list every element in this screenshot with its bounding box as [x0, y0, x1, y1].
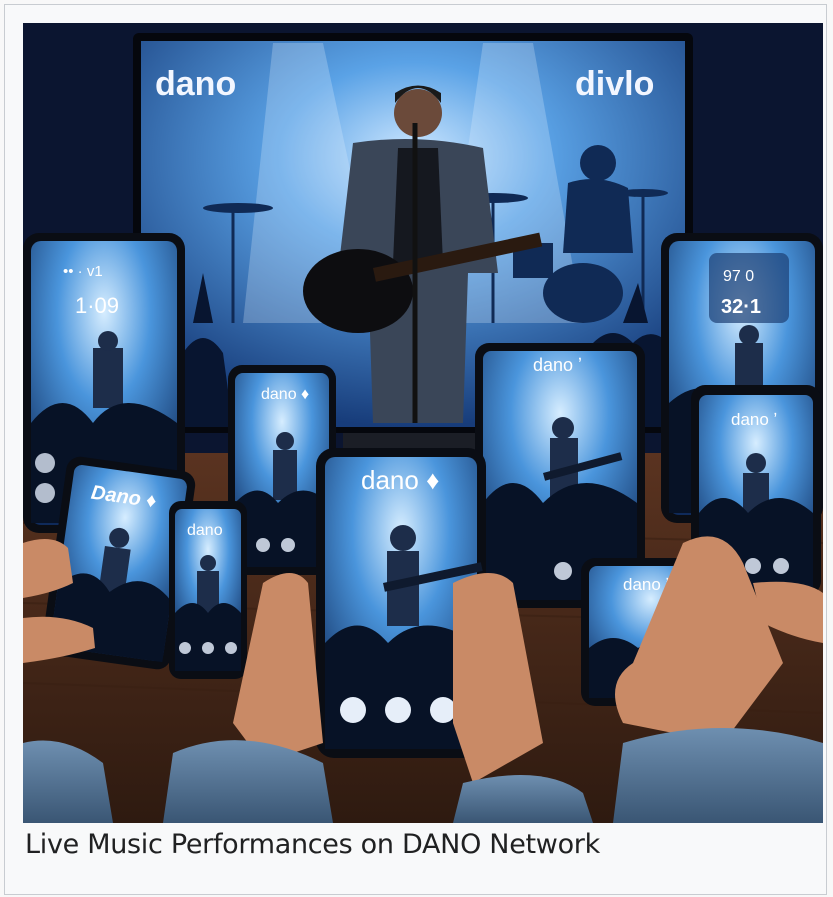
- screen-logo-right: divlo: [575, 65, 654, 103]
- screen-logo-left: dano: [155, 65, 236, 103]
- phone-small-left: dano: [169, 501, 247, 679]
- phone-right-line2: 32·1: [721, 296, 761, 318]
- phone-small-left-logo: dano: [187, 522, 223, 539]
- phone-right-line1: 97 0: [723, 268, 754, 285]
- phone-left-time: 1·09: [75, 293, 119, 318]
- phone-center-logo: dano ♦: [361, 465, 439, 495]
- tablet-logo: dano ʼ: [533, 355, 582, 375]
- image-frame: dano divlo •• · v1 1·09 97 0 32·1 dano ʼ…: [4, 4, 827, 895]
- phone-left-status: •• · v1: [63, 263, 103, 280]
- concert-illustration: dano divlo •• · v1 1·09 97 0 32·1 dano ʼ…: [23, 23, 823, 823]
- phone-bottom-right-logo: dano ʼ: [623, 575, 669, 594]
- phone-right-mid-logo: dano ʼ: [731, 410, 777, 429]
- phone-mid-left-logo: dano ♦: [261, 386, 309, 403]
- image-caption: Live Music Performances on DANO Network: [25, 829, 600, 860]
